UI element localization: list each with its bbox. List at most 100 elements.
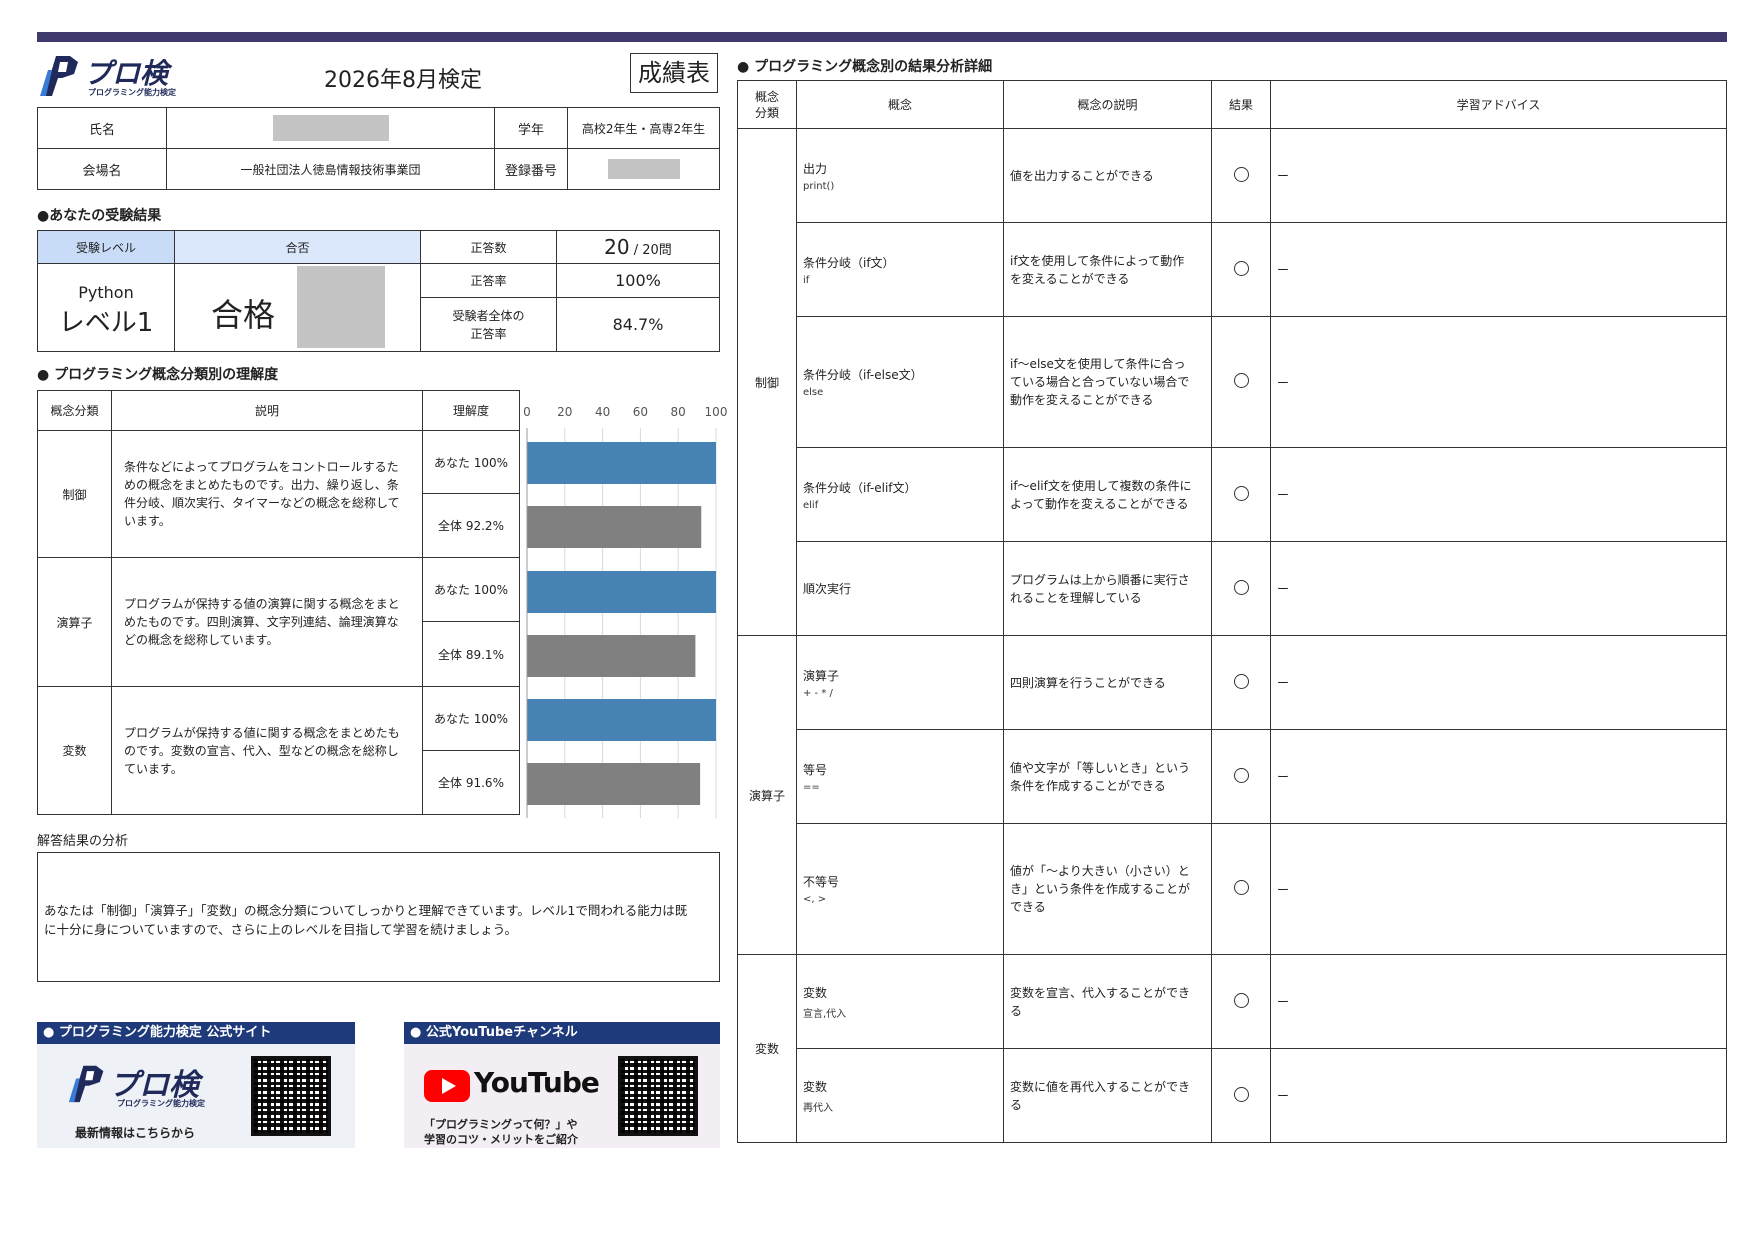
reg-value (567, 148, 720, 190)
col-concept: 概念 (796, 80, 1004, 129)
correct-circle-icon (1233, 1086, 1249, 1102)
advice-cell: ー (1270, 954, 1727, 1049)
understanding-bar-chart: 0 20 40 60 80 100 (523, 405, 727, 818)
correct-circle-icon (1233, 992, 1249, 1008)
concept-name: 条件分岐（if-elif文） (803, 480, 917, 495)
col-result: 結果 (1211, 80, 1271, 129)
youtube-channel-banner[interactable]: ● 公式YouTubeチャンネル YouTube 「プログラミングって何？」や … (404, 1022, 720, 1148)
concept-desc-line: れることを理解している (1010, 590, 1142, 605)
detail-row: 変数 変数 宣言,代入 変数を宣言、代入することができるー (737, 954, 1727, 1143)
analysis-text-line2: に十分に身についていますので、さらに上のレベルを目指して学習を続けましょう。 (44, 922, 518, 937)
concept-name: 順次実行 (803, 582, 852, 596)
name-label: 氏名 (37, 107, 167, 149)
col-desc: 概念の説明 (1003, 80, 1212, 129)
pro-ken-logo: プロ検 プログラミング能力検定 (38, 52, 178, 98)
result-cell (1211, 128, 1271, 223)
concept-name: 条件分岐（if文） (803, 255, 895, 270)
bar-you (527, 571, 716, 613)
concept-desc-cell: 値が「〜より大きい（小さい）と き」という条件を作成することが できる (1003, 823, 1212, 955)
concept-syntax: <, > (803, 894, 827, 905)
advice-cell: ー (1270, 823, 1727, 955)
category-desc: プログラムが保持する値に関する概念をまとめたものです。変数の宣言、代入、型などの… (111, 686, 423, 815)
concept-name: 出力 (803, 161, 828, 176)
result-cell (1211, 1048, 1271, 1143)
venue-label: 会場名 (37, 148, 167, 190)
correct-rate-value: 100% (556, 263, 720, 298)
detail-row: 条件分岐（if文） if if文を使用して条件によって動作 を変えることができるー (738, 222, 1727, 317)
all-rate-label: 受験者全体の 正答率 (420, 297, 557, 352)
correct-count-value: 20 (604, 235, 630, 259)
logo-subtext: プログラミング能力検定 (88, 88, 176, 97)
yt-qr-code-icon[interactable] (618, 1056, 698, 1136)
concept-name: 変数 (803, 985, 828, 1000)
report-label: 成績表 (630, 53, 718, 93)
all-rate-value: 84.7% (556, 297, 720, 352)
concept-name-cell: 条件分岐（if文） if (796, 222, 1004, 317)
concept-name-cell: 演算子 + - * / (796, 635, 1004, 730)
language-value: Python (78, 282, 134, 302)
correct-rate-label: 正答率 (420, 263, 557, 298)
concept-desc-line: 四則演算を行うことができる (1010, 675, 1166, 690)
logo-text: プロ検 (84, 57, 169, 90)
concept-name-cell: 変数 再代入 (796, 1048, 1004, 1143)
analysis-title: 解答結果の分析 (37, 834, 129, 849)
concept-desc-line: 値が「〜より大きい（小さい）と (1010, 864, 1190, 878)
concept-desc-line: る (1010, 1003, 1023, 1018)
you-score: あなた 100% (422, 430, 520, 494)
all-rate-label-line1: 受験者全体の (452, 308, 525, 323)
pass-header: 合否 (174, 230, 421, 264)
col-category: 概念分類 (37, 390, 112, 431)
site-qr-code-icon[interactable] (251, 1056, 331, 1136)
official-site-banner[interactable]: ● プログラミング能力検定 公式サイト プロ検 プログラミング能力検定 最新情報… (37, 1022, 355, 1148)
advice-cell: ー (1270, 128, 1727, 223)
bar-all (527, 506, 702, 548)
detail-row: 等号 == 値や文字が「等しいとき」という 条件を作成することができるー (738, 729, 1727, 824)
name-value (166, 107, 495, 149)
grade-label: 学年 (494, 107, 568, 149)
concept-detail-table: 概念 分類 概念 概念の説明 結果 学習アドバイス 制御 出力 print() 値を出力… (737, 80, 1727, 1143)
concept-name: 等号 (803, 762, 828, 777)
concept-name-cell: 条件分岐（if-else文） else (796, 316, 1004, 448)
chart-tick-label: 20 (557, 405, 572, 419)
correct-circle-icon (1233, 579, 1249, 595)
advice-cell: ー (1270, 316, 1727, 448)
chart-tick-label: 60 (633, 405, 648, 419)
level-header: 受験レベル (37, 230, 175, 264)
correct-circle-icon (1233, 767, 1249, 783)
concept-desc-line: if〜elif文を使用して複数の条件に (1010, 478, 1192, 493)
result-cell (1211, 316, 1271, 448)
site-banner-title: ● プログラミング能力検定 公式サイト (37, 1022, 355, 1044)
concept-desc-line: る (1010, 1097, 1023, 1112)
correct-circle-icon (1233, 673, 1249, 689)
examinee-info-table: 氏名 学年 高校2年生・高専2年生 会場名 一般社団法人徳島情報技術事業団 登録… (37, 107, 720, 190)
bar-you (527, 699, 716, 741)
col-understanding: 理解度 (422, 390, 520, 431)
bar-all (527, 635, 696, 677)
concept-syntax: == (803, 781, 820, 793)
col-category: 概念分類 (737, 80, 797, 129)
concept-desc-cell: 値を出力することができる (1003, 128, 1212, 223)
site-logo-subtext: プログラミング能力検定 (117, 1099, 205, 1108)
concept-desc-line: を変えることができる (1010, 271, 1130, 286)
category-cell: 演算子 (37, 557, 112, 687)
correct-circle-icon (1233, 485, 1249, 501)
yt-banner-title: ● 公式YouTubeチャンネル (404, 1022, 720, 1044)
detail-section-title: ● プログラミング概念別の結果分析詳細 (737, 59, 993, 75)
result-cell (1211, 541, 1271, 636)
youtube-logo-text: YouTube (474, 1066, 600, 1099)
concept-name-cell: 条件分岐（if-elif文） elif (796, 447, 1004, 542)
detail-row: 不等号 <, > 値が「〜より大きい（小さい）と き」という条件を作成することが できる… (738, 823, 1727, 955)
concept-desc-line: 値を出力することができる (1010, 168, 1154, 183)
correct-count-cell: 20 / 20問 (556, 230, 720, 264)
all-score: 全体 89.1% (422, 621, 520, 687)
category-desc: プログラムが保持する値の演算に関する概念をまとめたものです。四則演算、文字列連結… (111, 557, 423, 687)
concept-syntax: elif (803, 499, 819, 511)
advice-cell: ー (1270, 1048, 1727, 1143)
result-cell (1211, 222, 1271, 317)
site-logo-mark-icon (68, 1065, 104, 1103)
concept-name-cell: 順次実行 (796, 541, 1004, 636)
advice-cell: ー (1270, 222, 1727, 317)
advice-cell: ー (1270, 447, 1727, 542)
concept-name: 変数 (803, 1079, 828, 1094)
concept-name-cell: 等号 == (796, 729, 1004, 824)
